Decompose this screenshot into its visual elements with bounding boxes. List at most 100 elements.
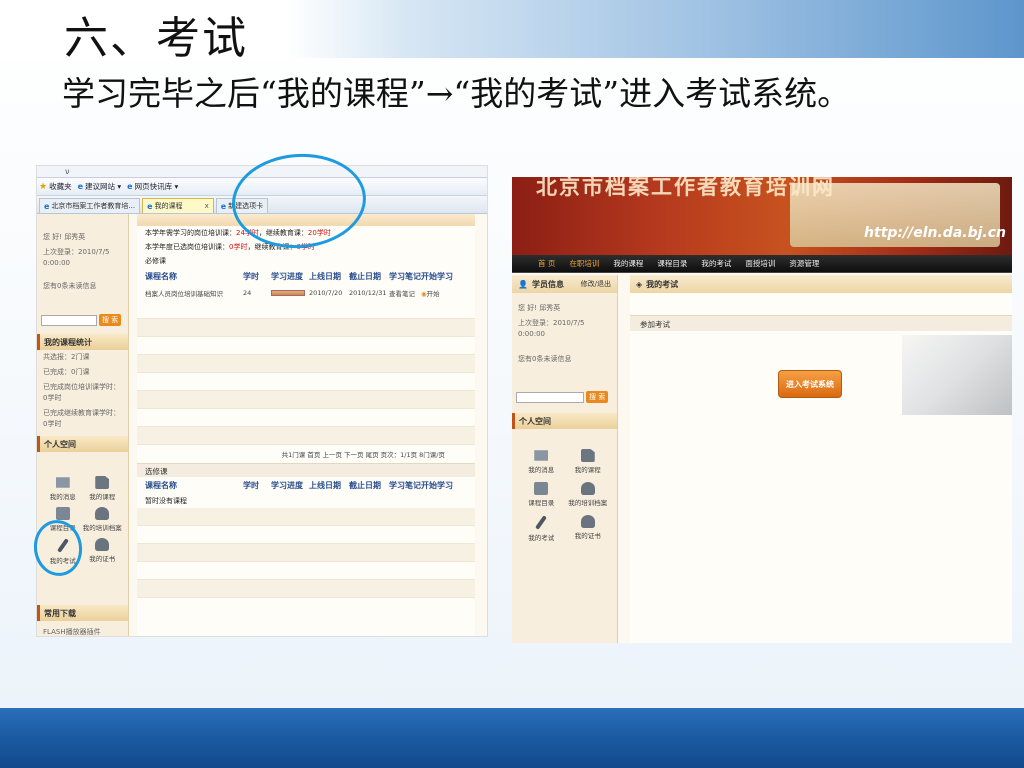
nav-my-courses[interactable]: 我的课程 bbox=[613, 258, 643, 269]
search-button[interactable]: 搜 索 bbox=[586, 391, 609, 403]
course-name[interactable]: 档案人员岗位培训基础知识 bbox=[145, 288, 243, 298]
certificate-icon bbox=[95, 538, 110, 551]
enter-exam-system-button[interactable]: 进入考试系统 bbox=[778, 370, 842, 398]
my-messages-link[interactable]: 我的消息 bbox=[43, 476, 83, 501]
student-info-header: 👤 学员信息 修改/退出 bbox=[512, 275, 617, 293]
empty-row bbox=[137, 355, 475, 373]
col-header: 课程名称 bbox=[145, 272, 177, 281]
empty-row bbox=[137, 373, 475, 391]
nav-my-exams[interactable]: 我的考试 bbox=[701, 258, 731, 269]
left-main-content: 本学年需学习的岗位培训课：24学时，继续教育课：20学时 本学年度已选岗位培训课… bbox=[137, 214, 475, 636]
ie-icon: e bbox=[220, 201, 227, 211]
search-input[interactable] bbox=[41, 314, 97, 326]
elective-label: 选修课 bbox=[137, 463, 475, 477]
elective-table-header: 课程名称 学时 学习进度 上线日期 截止日期 学习笔记 开始学习 bbox=[137, 477, 475, 494]
stat-item: 已完成：0门课 bbox=[43, 368, 90, 376]
site-banner: 北京市档案工作者教育培训网 http://eln.da.bj.cn bbox=[512, 177, 1012, 255]
main-nav: 首 页 在职培训 我的课程 课程目录 我的考试 面授培训 资源管理 bbox=[512, 255, 1012, 273]
pager[interactable]: 共1门课 首页 上一页 下一页 尾页 页次：1/1页 8门课/页 bbox=[137, 445, 475, 463]
flash-plugin-link[interactable]: FLASH播放器插件 bbox=[37, 625, 128, 636]
envelope-icon bbox=[55, 477, 70, 488]
required-table-header: 课程名称 学时 学习进度 上线日期 截止日期 学习笔记 开始学习 bbox=[137, 268, 475, 285]
personal-space-icons: 我的消息 我的课程 课程目录 我的培训档案 我的考试 我的证书 bbox=[512, 443, 617, 548]
document-icon bbox=[580, 449, 595, 462]
search-row: 搜 索 bbox=[37, 310, 128, 330]
search-button[interactable]: 搜 索 bbox=[99, 314, 122, 326]
training-records-link[interactable]: 我的培训档案 bbox=[565, 482, 612, 507]
col-header: 上线日期 bbox=[309, 272, 341, 281]
start-learning-button[interactable]: ◉开始 bbox=[421, 288, 457, 298]
stats-title: 我的课程统计 bbox=[37, 334, 128, 350]
empty-row bbox=[137, 301, 475, 319]
col-header: 开始学习 bbox=[421, 272, 453, 281]
web-slice-gallery-button[interactable]: e 网页快讯库 ▾ bbox=[127, 181, 178, 192]
training-records-link[interactable]: 我的培训档案 bbox=[83, 507, 123, 532]
empty-row bbox=[137, 337, 475, 355]
empty-row bbox=[137, 427, 475, 445]
empty-row bbox=[137, 544, 475, 562]
ie-icon: e bbox=[44, 201, 50, 211]
greeting: 您 好! 邱秀英 bbox=[518, 304, 561, 312]
search-row: 搜 索 bbox=[512, 387, 617, 407]
stat-item: 已完成岗位培训课学时：0学时 bbox=[43, 383, 120, 402]
list-icon bbox=[534, 482, 549, 495]
personal-space-title: 个人空间 bbox=[37, 436, 128, 452]
col-header: 截止日期 bbox=[349, 272, 381, 281]
greeting: 您 好! 邱秀英 bbox=[43, 233, 86, 241]
col-header: 学习笔记 bbox=[389, 272, 421, 281]
nav-face-training[interactable]: 面授培训 bbox=[745, 258, 775, 269]
star-icon: ★ bbox=[39, 181, 48, 192]
my-courses-link[interactable]: 我的课程 bbox=[565, 449, 612, 474]
heart-icon bbox=[95, 507, 110, 520]
address-hint: ν bbox=[65, 167, 70, 176]
progress-fill bbox=[271, 290, 305, 296]
col-header: 上线日期 bbox=[309, 481, 341, 490]
exam-photo bbox=[902, 335, 1012, 415]
edit-logout-link[interactable]: 修改/退出 bbox=[581, 279, 611, 289]
col-header: 课程名称 bbox=[145, 481, 177, 490]
empty-row bbox=[137, 409, 475, 427]
unread-messages[interactable]: 您有0条未读信息 bbox=[37, 279, 128, 294]
bottom-decoration-band bbox=[0, 708, 1024, 768]
ie-icon: e bbox=[127, 182, 133, 191]
my-certificates-link[interactable]: 我的证书 bbox=[565, 515, 612, 542]
my-courses-link[interactable]: 我的课程 bbox=[83, 476, 123, 501]
nav-catalog[interactable]: 课程目录 bbox=[657, 258, 687, 269]
stat-item: 已完成继续教育课学时：0学时 bbox=[43, 409, 120, 428]
tab-my-courses[interactable]: e 我的课程 x bbox=[142, 198, 214, 213]
document-icon bbox=[95, 476, 110, 489]
slide-subtitle: 学习完毕之后“我的课程”→“我的考试”进入考试系统。 bbox=[62, 74, 851, 113]
last-login: 上次登录：2010/7/5 0:00:00 bbox=[43, 248, 110, 267]
empty-row bbox=[137, 319, 475, 337]
downloads-title: 常用下载 bbox=[37, 605, 128, 621]
ie-icon: e bbox=[77, 182, 84, 191]
close-tab-icon[interactable]: x bbox=[205, 202, 209, 210]
unread-messages[interactable]: 您有0条未读信息 bbox=[512, 352, 617, 367]
favorites-button[interactable]: ★ 收藏夹 bbox=[39, 181, 72, 192]
slide-title: 六、考试 bbox=[64, 13, 248, 64]
my-exams-link[interactable]: 我的考试 bbox=[518, 515, 565, 542]
suggested-sites-button[interactable]: e 建议网站 ▾ bbox=[78, 181, 122, 192]
tab-site[interactable]: e 北京市档案工作者教育培... bbox=[39, 198, 141, 213]
table-row: 档案人员岗位培训基础知识 24 2010/7/20 2010/12/31 查看笔… bbox=[137, 285, 475, 301]
col-header: 学习笔记 bbox=[389, 481, 421, 490]
view-notes-link[interactable]: 查看笔记 bbox=[389, 288, 421, 298]
join-exam-label: 参加考试 bbox=[630, 315, 1012, 331]
nav-home[interactable]: 首 页 bbox=[538, 258, 555, 269]
right-screenshot: 北京市档案工作者教育培训网 http://eln.da.bj.cn 首 页 在职… bbox=[512, 177, 1012, 643]
col-header: 学习进度 bbox=[271, 272, 303, 281]
empty-row bbox=[137, 526, 475, 544]
envelope-icon bbox=[534, 450, 549, 461]
search-input[interactable] bbox=[516, 391, 584, 403]
heart-icon bbox=[580, 482, 595, 495]
personal-space-title: 个人空间 bbox=[512, 413, 617, 429]
nav-resources[interactable]: 资源管理 bbox=[789, 258, 819, 269]
col-header: 学时 bbox=[243, 481, 259, 490]
course-hours: 24 bbox=[243, 289, 252, 297]
nav-training[interactable]: 在职培训 bbox=[569, 258, 599, 269]
course-catalog-link[interactable]: 课程目录 bbox=[518, 482, 565, 507]
my-certificates-link[interactable]: 我的证书 bbox=[83, 538, 123, 565]
my-messages-link[interactable]: 我的消息 bbox=[518, 449, 565, 474]
col-header: 学时 bbox=[243, 272, 259, 281]
col-header: 截止日期 bbox=[349, 481, 381, 490]
